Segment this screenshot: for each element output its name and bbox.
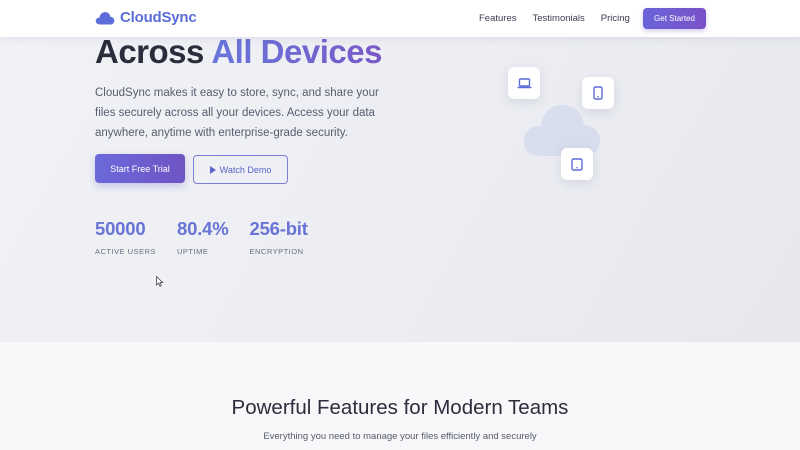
nav-link-features[interactable]: Features [479, 13, 517, 24]
features-section: Powerful Features for Modern Teams Every… [0, 342, 800, 450]
stat-label: UPTIME [177, 247, 209, 256]
mouse-cursor-icon [156, 276, 164, 287]
hero-title-plain: Across [95, 33, 212, 70]
hero-section: Across All Devices CloudSync makes it ea… [0, 0, 800, 342]
watch-demo-button[interactable]: Watch Demo [193, 155, 288, 184]
stat-value: 256-bit [249, 218, 308, 239]
brand-logo[interactable]: CloudSync [95, 9, 197, 26]
get-started-button[interactable]: Get Started [643, 8, 706, 29]
nav-link-pricing[interactable]: Pricing [601, 13, 630, 24]
stat-uptime: 80.4% UPTIME [177, 218, 229, 256]
watch-demo-label: Watch Demo [219, 164, 272, 175]
tablet-card [561, 148, 593, 180]
stat-label: ENCRYPTION [249, 247, 304, 256]
stat-value: 80.4% [177, 218, 229, 239]
nav-link-testimonials[interactable]: Testimonials [533, 13, 585, 24]
tablet-icon [593, 86, 603, 100]
hero-description: CloudSync makes it easy to store, sync, … [95, 87, 379, 139]
features-subtitle: Everything you need to manage your files… [263, 431, 537, 442]
laptop-icon [517, 77, 531, 88]
stat-active-users: 50000 ACTIVE USERS [95, 218, 156, 256]
tablet-card [582, 77, 614, 109]
stat-label: ACTIVE USERS [95, 247, 157, 256]
features-title: Powerful Features for Modern Teams [231, 396, 569, 419]
laptop-card [508, 67, 540, 99]
brand-name: CloudSync [120, 9, 197, 26]
stat-value: 50000 [95, 218, 146, 239]
start-free-trial-button[interactable]: Start Free Trial [95, 154, 185, 183]
navbar: CloudSync Features Testimonials Pricing … [0, 0, 800, 37]
stats-row: 50000 ACTIVE USERS 80.4% UPTIME 256-bit … [95, 218, 308, 256]
stat-encryption: 256-bit ENCRYPTION [249, 218, 307, 256]
tablet-icon [571, 157, 583, 171]
hero-title-accent: All Devices [211, 33, 382, 70]
hero-title: Across All Devices [95, 33, 382, 71]
play-icon [209, 165, 216, 174]
nav-links: Features Testimonials Pricing [479, 13, 630, 24]
cloud-icon [95, 11, 115, 24]
